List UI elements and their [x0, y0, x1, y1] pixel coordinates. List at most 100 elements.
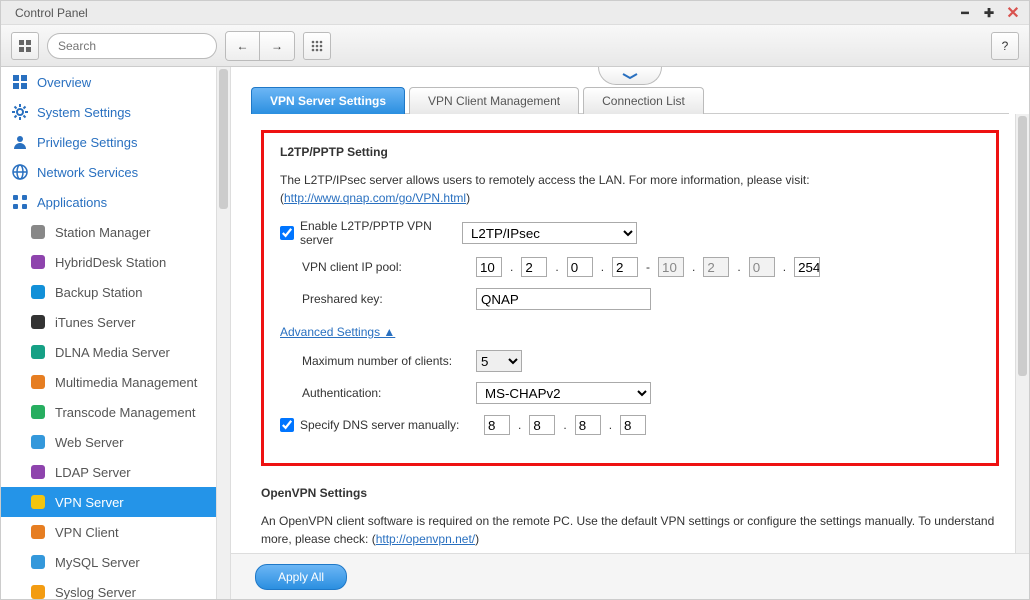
- grid-icon: [18, 39, 32, 53]
- app-icon: [29, 403, 47, 421]
- max-clients-label: Maximum number of clients:: [302, 354, 470, 368]
- l2tp-info-link[interactable]: http://www.qnap.com/go/VPN.html: [284, 191, 466, 205]
- sidebar: Overview System Settings Privilege Setting…: [1, 67, 231, 599]
- tab-1[interactable]: VPN Client Management: [409, 87, 579, 114]
- app-icon: [29, 253, 47, 271]
- forward-button[interactable]: →: [260, 32, 294, 60]
- sidebar-item-station-manager[interactable]: Station Manager: [1, 217, 230, 247]
- app-icon: [29, 583, 47, 599]
- chevron-down-icon: [621, 72, 639, 80]
- overview-icon: [11, 73, 29, 91]
- app-icon: [29, 433, 47, 451]
- sidebar-item-label: VPN Client: [55, 525, 119, 540]
- max-clients-select[interactable]: 5: [476, 350, 522, 372]
- enable-l2tp-label: Enable L2TP/PPTP VPN server: [300, 219, 456, 247]
- advanced-settings-link[interactable]: Advanced Settings ▲: [280, 325, 395, 339]
- dns-2[interactable]: [529, 415, 555, 435]
- sidebar-item-label: Overview: [37, 75, 91, 90]
- ip-start-1[interactable]: [476, 257, 502, 277]
- sidebar-scrollbar[interactable]: [216, 67, 230, 599]
- l2tp-section-highlight: L2TP/PPTP Setting The L2TP/IPsec server …: [261, 130, 999, 466]
- sidebar-item-vpn-server[interactable]: VPN Server: [1, 487, 230, 517]
- sidebar-item-ldap-server[interactable]: LDAP Server: [1, 457, 230, 487]
- sidebar-item-label: Privilege Settings: [37, 135, 137, 150]
- protocol-select[interactable]: L2TP/IPsec: [462, 222, 637, 244]
- sidebar-item-multimedia-management[interactable]: Multimedia Management: [1, 367, 230, 397]
- dns-4[interactable]: [620, 415, 646, 435]
- ip-start-3[interactable]: [567, 257, 593, 277]
- ip-start-2[interactable]: [521, 257, 547, 277]
- window-title: Control Panel: [9, 6, 957, 20]
- auth-select[interactable]: MS-CHAPv2: [476, 382, 651, 404]
- toolbar: ← → ?: [1, 25, 1029, 67]
- home-button[interactable]: [11, 32, 39, 60]
- sidebar-item-overview[interactable]: Overview: [1, 67, 230, 97]
- app-icon: [29, 313, 47, 331]
- app-icon: [29, 343, 47, 361]
- tabs: VPN Server SettingsVPN Client Management…: [251, 87, 1009, 114]
- sidebar-item-web-server[interactable]: Web Server: [1, 427, 230, 457]
- sidebar-item-label: Backup Station: [55, 285, 142, 300]
- app-icon: [29, 553, 47, 571]
- sidebar-item-label: Station Manager: [55, 225, 150, 240]
- sidebar-item-transcode-management[interactable]: Transcode Management: [1, 397, 230, 427]
- panel-scrollbar[interactable]: [1015, 114, 1029, 553]
- search-input[interactable]: [58, 39, 213, 53]
- ip-end-2: [703, 257, 729, 277]
- openvpn-info-link[interactable]: http://openvpn.net/: [376, 532, 475, 546]
- ip-end-1: [658, 257, 684, 277]
- minimize-button[interactable]: ━: [957, 5, 973, 21]
- sidebar-item-network-services[interactable]: Network Services: [1, 157, 230, 187]
- auth-label: Authentication:: [302, 386, 470, 400]
- psk-input[interactable]: [476, 288, 651, 310]
- app-icon: [29, 493, 47, 511]
- help-button[interactable]: ?: [991, 32, 1019, 60]
- sidebar-item-label: Applications: [37, 195, 107, 210]
- back-button[interactable]: ←: [226, 32, 260, 60]
- sidebar-item-hybriddesk-station[interactable]: HybridDesk Station: [1, 247, 230, 277]
- apps-icon: [11, 193, 29, 211]
- sidebar-item-syslog-server[interactable]: Syslog Server: [1, 577, 230, 599]
- app-icon: [29, 283, 47, 301]
- sidebar-item-applications[interactable]: Applications: [1, 187, 230, 217]
- sidebar-item-mysql-server[interactable]: MySQL Server: [1, 547, 230, 577]
- ip-pool-label: VPN client IP pool:: [302, 260, 470, 274]
- openvpn-title: OpenVPN Settings: [261, 486, 999, 500]
- sidebar-item-label: System Settings: [37, 105, 131, 120]
- sidebar-item-vpn-client[interactable]: VPN Client: [1, 517, 230, 547]
- app-icon: [29, 523, 47, 541]
- sidebar-item-label: iTunes Server: [55, 315, 135, 330]
- privilege-icon: [11, 133, 29, 151]
- sidebar-item-itunes-server[interactable]: iTunes Server: [1, 307, 230, 337]
- psk-label: Preshared key:: [302, 292, 470, 306]
- apps-button[interactable]: [303, 32, 331, 60]
- ip-start-4[interactable]: [612, 257, 638, 277]
- dns-3[interactable]: [575, 415, 601, 435]
- tab-0[interactable]: VPN Server Settings: [251, 87, 405, 114]
- control-panel-window: Control Panel ━ ✚ ✕ ← → ? Overview System…: [0, 0, 1030, 600]
- content-area: VPN Server SettingsVPN Client Management…: [231, 67, 1029, 599]
- sidebar-item-backup-station[interactable]: Backup Station: [1, 277, 230, 307]
- sidebar-item-label: Syslog Server: [55, 585, 136, 600]
- collapse-handle[interactable]: [598, 67, 662, 85]
- footer: Apply All: [231, 553, 1029, 599]
- sidebar-item-label: DLNA Media Server: [55, 345, 170, 360]
- dns-1[interactable]: [484, 415, 510, 435]
- sidebar-item-label: VPN Server: [55, 495, 124, 510]
- sidebar-item-dlna-media-server[interactable]: DLNA Media Server: [1, 337, 230, 367]
- sidebar-item-privilege-settings[interactable]: Privilege Settings: [1, 127, 230, 157]
- dns-manual-checkbox[interactable]: [280, 418, 294, 432]
- sidebar-item-system-settings[interactable]: System Settings: [1, 97, 230, 127]
- settings-panel: L2TP/PPTP Setting The L2TP/IPsec server …: [231, 114, 1029, 553]
- enable-l2tp-checkbox[interactable]: [280, 226, 294, 240]
- sidebar-item-label: MySQL Server: [55, 555, 140, 570]
- apply-all-button[interactable]: Apply All: [255, 564, 347, 590]
- close-button[interactable]: ✕: [1005, 5, 1021, 21]
- tab-2[interactable]: Connection List: [583, 87, 704, 114]
- ip-end-4[interactable]: [794, 257, 820, 277]
- panel-scroll-thumb[interactable]: [1018, 116, 1027, 376]
- sidebar-scroll-thumb[interactable]: [219, 69, 228, 209]
- maximize-button[interactable]: ✚: [981, 5, 997, 21]
- search-box[interactable]: [47, 33, 217, 59]
- dns-manual-label: Specify DNS server manually:: [300, 418, 478, 432]
